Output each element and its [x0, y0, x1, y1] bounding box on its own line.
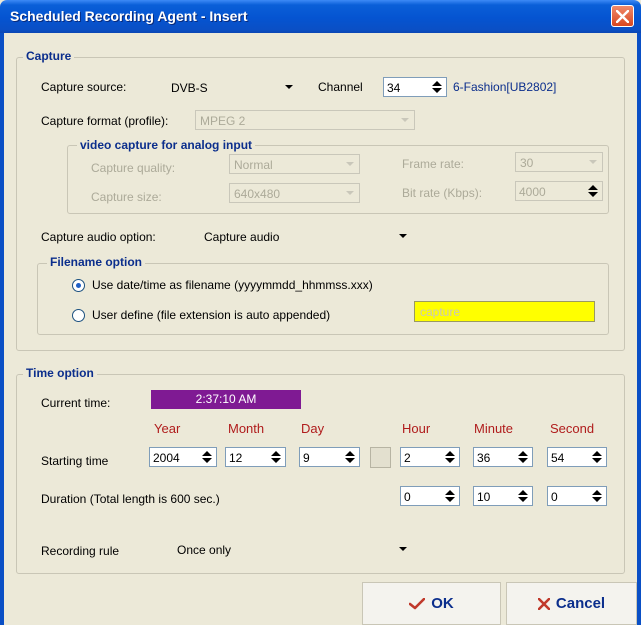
recording-rule-select[interactable]: Once only: [172, 539, 413, 559]
duration-hour-spinner[interactable]: 0: [400, 486, 460, 506]
frame-rate-select[interactable]: 30: [515, 152, 603, 172]
start-day-value: 9: [303, 451, 310, 465]
capture-source-value: DVB-S: [171, 81, 208, 95]
ok-button-label: OK: [431, 595, 454, 612]
spinner-arrows-icon[interactable]: [590, 489, 604, 503]
bit-rate-spinner[interactable]: 4000: [515, 181, 603, 201]
checkmark-icon: [409, 597, 426, 609]
spinner-arrows-icon[interactable]: [443, 489, 457, 503]
channel-label: Channel: [318, 80, 363, 94]
ok-button[interactable]: OK: [362, 582, 501, 625]
user-filename-input[interactable]: capture: [414, 301, 595, 322]
start-second-spinner[interactable]: 54: [547, 447, 607, 467]
current-time-label: Current time:: [41, 396, 111, 410]
capture-audio-value: Capture audio: [204, 230, 280, 244]
close-button[interactable]: [611, 5, 634, 27]
spinner-arrows-icon[interactable]: [443, 450, 457, 464]
window-title: Scheduled Recording Agent - Insert: [10, 8, 248, 24]
chevron-down-icon: [395, 228, 411, 244]
radio-selected-dot: [76, 283, 81, 288]
time-option-group-title: Time option: [23, 366, 97, 380]
frame-rate-value: 30: [520, 156, 534, 170]
chevron-down-icon: [342, 156, 358, 172]
start-year-spinner[interactable]: 2004: [149, 447, 217, 467]
capture-format-value: MPEG 2: [200, 114, 246, 128]
close-icon: [616, 10, 629, 23]
capture-format-select[interactable]: MPEG 2: [195, 110, 415, 130]
bit-rate-label: Bit rate (Kbps):: [402, 186, 483, 200]
channel-value: 34: [387, 81, 401, 95]
duration-minute-value: 10: [477, 490, 491, 504]
recording-rule-label: Recording rule: [41, 544, 120, 558]
capture-size-label: Capture size:: [91, 190, 162, 204]
filename-option-group-title: Filename option: [47, 255, 146, 269]
spinner-arrows-icon[interactable]: [430, 80, 444, 94]
minute-column-header: Minute: [474, 421, 514, 436]
start-year-value: 2004: [153, 451, 180, 465]
channel-name: 6-Fashion[UB2802]: [453, 80, 557, 94]
start-hour-value: 2: [404, 451, 411, 465]
user-filename-value: capture: [420, 305, 461, 319]
chevron-down-icon: [342, 185, 358, 201]
filename-datetime-label[interactable]: Use date/time as filename (yyyymmdd_hhmm…: [92, 278, 373, 292]
bit-rate-value: 4000: [519, 185, 546, 199]
duration-label: Duration (Total length is 600 sec.): [41, 492, 220, 506]
capture-quality-value: Normal: [234, 158, 273, 172]
spinner-arrows-icon[interactable]: [516, 489, 530, 503]
filename-user-label[interactable]: User define (file extension is auto appe…: [92, 308, 330, 322]
recording-rule-value: Once only: [177, 543, 232, 557]
window-frame-left: [0, 33, 4, 625]
start-month-value: 12: [229, 451, 243, 465]
day-column-header: Day: [301, 421, 325, 436]
spinner-arrows-icon[interactable]: [343, 450, 357, 464]
chevron-down-icon: [585, 154, 601, 170]
spinner-arrows-icon[interactable]: [269, 450, 283, 464]
capture-source-label: Capture source:: [41, 80, 127, 94]
hour-column-header: Hour: [402, 421, 431, 436]
frame-rate-label: Frame rate:: [402, 157, 465, 171]
start-minute-value: 36: [477, 451, 491, 465]
analog-capture-group-title: video capture for analog input: [77, 138, 256, 152]
start-second-value: 54: [551, 451, 565, 465]
capture-quality-label: Capture quality:: [91, 161, 176, 175]
current-time-display: 2:37:10 AM: [151, 390, 301, 409]
year-column-header: Year: [154, 421, 181, 436]
capture-quality-select[interactable]: Normal: [229, 154, 360, 174]
capture-size-value: 640x480: [234, 187, 281, 201]
spinner-arrows-icon[interactable]: [590, 450, 604, 464]
capture-size-select[interactable]: 640x480: [229, 183, 360, 203]
spinner-arrows-icon[interactable]: [586, 184, 600, 198]
starting-time-label: Starting time: [41, 454, 109, 468]
title-bar[interactable]: Scheduled Recording Agent - Insert: [0, 0, 641, 33]
calendar-button[interactable]: [370, 447, 391, 468]
start-month-spinner[interactable]: 12: [225, 447, 286, 467]
filename-user-radio[interactable]: [72, 309, 85, 322]
capture-format-label: Capture format (profile):: [41, 114, 169, 128]
start-minute-spinner[interactable]: 36: [473, 447, 533, 467]
spinner-arrows-icon[interactable]: [200, 450, 214, 464]
capture-audio-select[interactable]: Capture audio: [199, 226, 413, 246]
month-column-header: Month: [228, 421, 265, 436]
capture-audio-label: Capture audio option:: [41, 230, 156, 244]
cancel-button-label: Cancel: [555, 595, 606, 612]
chevron-down-icon: [395, 541, 411, 557]
start-day-spinner[interactable]: 9: [299, 447, 360, 467]
filename-datetime-radio[interactable]: [72, 279, 85, 292]
second-column-header: Second: [550, 421, 595, 436]
capture-source-select[interactable]: DVB-S: [166, 77, 299, 97]
duration-second-spinner[interactable]: 0: [547, 486, 607, 506]
start-hour-spinner[interactable]: 2: [400, 447, 460, 467]
filename-option-group: [37, 263, 609, 335]
channel-spinner[interactable]: 34: [383, 77, 447, 97]
cancel-x-icon: [537, 597, 550, 610]
cancel-button[interactable]: Cancel: [506, 582, 637, 625]
duration-hour-value: 0: [404, 490, 411, 504]
chevron-down-icon: [397, 112, 413, 128]
duration-second-value: 0: [551, 490, 558, 504]
spinner-arrows-icon[interactable]: [516, 450, 530, 464]
chevron-down-icon: [281, 79, 297, 95]
capture-group-title: Capture: [23, 49, 75, 63]
duration-minute-spinner[interactable]: 10: [473, 486, 533, 506]
window-frame-right: [637, 33, 641, 625]
